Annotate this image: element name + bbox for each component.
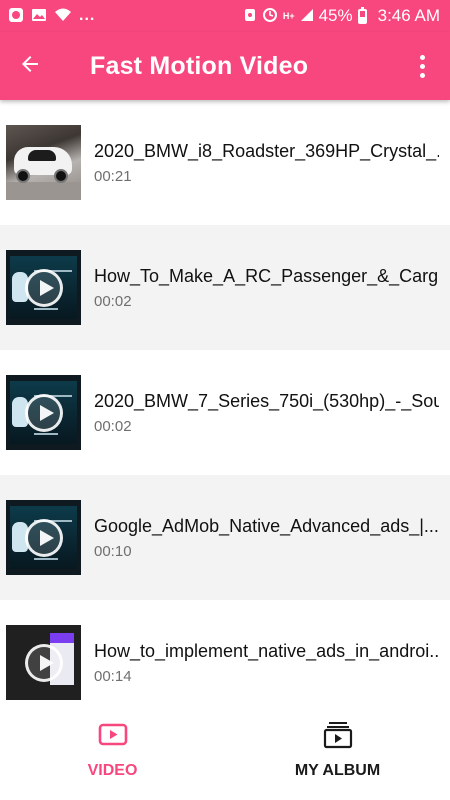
more-notifications: ... bbox=[79, 7, 96, 24]
video-title: Google_AdMob_Native_Advanced_ads_|... bbox=[94, 515, 439, 536]
mobile-data-badge: H+ bbox=[282, 10, 295, 21]
video-thumbnail bbox=[6, 125, 81, 200]
tab-my-album-label: MY ALBUM bbox=[294, 762, 381, 779]
shield-app-icon bbox=[8, 7, 24, 25]
video-duration: 00:02 bbox=[94, 292, 132, 310]
tab-video-label: VIDEO bbox=[87, 762, 138, 779]
play-icon bbox=[24, 518, 63, 557]
alarm-app-icon bbox=[243, 7, 257, 25]
video-thumbnail bbox=[6, 625, 81, 700]
video-thumbnail bbox=[6, 250, 81, 325]
tab-my-album[interactable]: MY ALBUM bbox=[225, 700, 450, 800]
clock-icon bbox=[262, 7, 278, 25]
wifi-icon bbox=[54, 7, 72, 25]
video-thumbnail bbox=[6, 500, 81, 575]
video-thumbnail bbox=[6, 375, 81, 450]
play-icon bbox=[24, 393, 63, 432]
battery-percent: 45% bbox=[318, 6, 353, 25]
video-duration: 00:02 bbox=[94, 417, 132, 435]
album-icon bbox=[323, 720, 353, 750]
app-bar: Fast Motion Video bbox=[0, 32, 450, 100]
more-vert-icon bbox=[419, 54, 425, 78]
video-duration: 00:10 bbox=[94, 542, 132, 560]
video-item[interactable]: How_To_Make_A_RC_Passenger_&_Carg... 00:… bbox=[0, 225, 450, 350]
back-button[interactable] bbox=[0, 32, 60, 100]
video-duration: 00:14 bbox=[94, 667, 132, 685]
video-title: 2020_BMW_i8_Roadster_369HP_Crystal_... bbox=[94, 140, 439, 161]
video-item[interactable]: Google_AdMob_Native_Advanced_ads_|... 00… bbox=[0, 475, 450, 600]
play-icon bbox=[24, 643, 63, 682]
video-title: 2020_BMW_7_Series_750i_(530hp)_-_Sou... bbox=[94, 390, 439, 411]
video-item[interactable]: How_to_implement_native_ads_in_androi...… bbox=[0, 600, 450, 700]
image-icon bbox=[31, 7, 47, 25]
video-title: How_to_implement_native_ads_in_androi... bbox=[94, 640, 439, 661]
tab-video[interactable]: VIDEO bbox=[0, 700, 225, 800]
battery-icon bbox=[357, 6, 367, 24]
page-title: Fast Motion Video bbox=[90, 51, 309, 80]
video-item[interactable]: 2020_BMW_7_Series_750i_(530hp)_-_Sou... … bbox=[0, 350, 450, 475]
system-icons: H+ 45% 3:46 AM bbox=[243, 6, 450, 26]
video-play-icon bbox=[98, 720, 128, 750]
video-title: How_To_Make_A_RC_Passenger_&_Carg... bbox=[94, 265, 439, 286]
bottom-navigation: VIDEO MY ALBUM bbox=[0, 700, 450, 800]
video-list: 2020_BMW_i8_Roadster_369HP_Crystal_... 0… bbox=[0, 100, 450, 700]
play-icon bbox=[24, 268, 63, 307]
overflow-menu-button[interactable] bbox=[394, 32, 450, 100]
arrow-back-icon bbox=[18, 52, 42, 81]
notification-icons: ... bbox=[0, 7, 95, 25]
signal-icon bbox=[300, 8, 314, 24]
status-bar: ... H+ 45% 3:46 AM bbox=[0, 0, 450, 32]
video-item[interactable]: 2020_BMW_i8_Roadster_369HP_Crystal_... 0… bbox=[0, 100, 450, 225]
video-duration: 00:21 bbox=[94, 167, 132, 185]
clock-time: 3:46 AM bbox=[377, 6, 440, 25]
